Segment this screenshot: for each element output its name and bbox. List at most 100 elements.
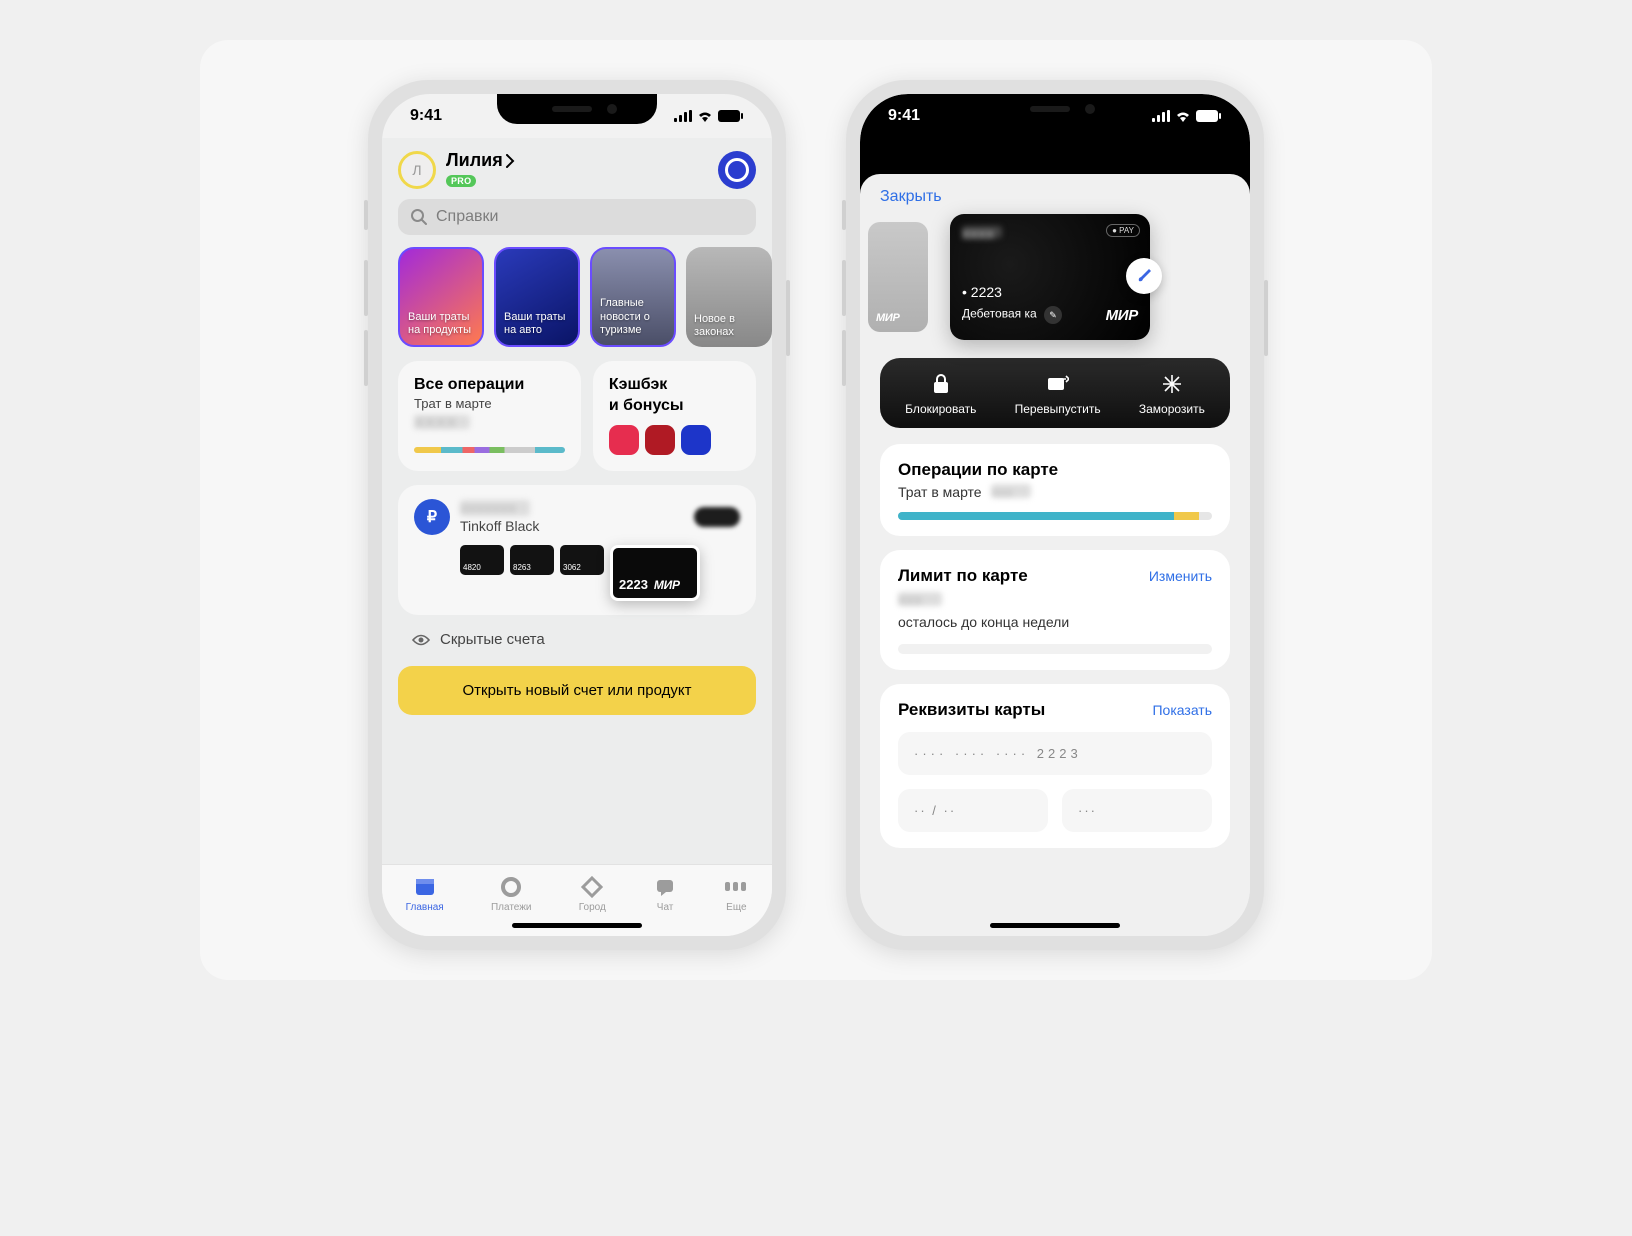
card-title: Все операции (414, 375, 565, 394)
spend-progress (898, 512, 1212, 520)
chat-icon (653, 875, 677, 899)
chevron-right-icon (505, 154, 515, 168)
notch (975, 94, 1135, 124)
partner-icon (645, 425, 675, 455)
home-indicator (990, 923, 1120, 928)
card-refresh-icon (1046, 372, 1070, 396)
side-button (1264, 280, 1268, 356)
cvc-field[interactable]: ··· (1062, 789, 1212, 832)
balance-hidden (694, 507, 740, 527)
panel-title: Лимит по карте (898, 566, 1028, 586)
card-mini-selected[interactable]: 2223 МИР (610, 545, 700, 601)
phone-home: 9:41 Л Лилия PRO (368, 80, 786, 950)
story-item[interactable]: Ваши траты на продукты (398, 247, 484, 347)
brush-icon (1136, 268, 1152, 284)
card-mini[interactable]: 3062 (560, 545, 604, 575)
card-mini[interactable]: 8263 (510, 545, 554, 575)
signal-icon (1152, 110, 1170, 122)
spend-strip (414, 447, 565, 453)
tab-chat[interactable]: Чат (653, 875, 677, 913)
limit-sub: осталось до конца недели (898, 614, 1212, 630)
lock-icon (929, 372, 953, 396)
operations-card[interactable]: Все операции Трат в марте XXXX (398, 361, 581, 471)
side-button (364, 330, 368, 386)
side-button (364, 260, 368, 316)
action-reissue[interactable]: Перевыпустить (1015, 372, 1101, 416)
card-operations-panel[interactable]: Операции по карте Трат в марте xxx (880, 444, 1230, 536)
account-card[interactable]: ₽ xxxxxxx Tinkoff Black 4820 8263 3062 2… (398, 485, 756, 615)
assistant-avatar[interactable] (718, 151, 756, 189)
card-title: Кэшбэк (609, 375, 740, 394)
home-icon (413, 875, 437, 899)
wifi-icon (1174, 110, 1192, 122)
card-image[interactable]: xxxx ● PAY • 2223 Дебетовая ка ✎ МИР (950, 214, 1150, 340)
card-sub: Трат в марте (414, 396, 565, 411)
tab-city[interactable]: Город (579, 875, 606, 913)
card-details-panel[interactable]: Реквизиты карты Показать ···· ···· ···· … (880, 684, 1230, 848)
search-input[interactable]: Справки (398, 199, 756, 235)
side-button (842, 260, 846, 316)
avatar[interactable]: Л (398, 151, 436, 189)
stories-row[interactable]: Ваши траты на продукты Ваши траты на авт… (398, 247, 756, 347)
wifi-icon (696, 110, 714, 122)
card-carousel[interactable]: МИР xxxx ● PAY • 2223 Дебетовая ка ✎ (880, 214, 1230, 340)
payments-icon (499, 875, 523, 899)
pan-field[interactable]: ···· ···· ···· 2223 (898, 732, 1212, 775)
status-time: 9:41 (410, 107, 442, 125)
side-button (842, 330, 846, 386)
city-icon (580, 875, 604, 899)
edit-card-fab[interactable] (1126, 258, 1162, 294)
partner-icon (609, 425, 639, 455)
hidden-accounts-link[interactable]: Скрытые счета (398, 631, 756, 648)
profile-name[interactable]: Лилия (446, 150, 708, 171)
card-mini[interactable]: 4820 (460, 545, 504, 575)
tab-more[interactable]: Еще (724, 875, 748, 913)
pencil-icon[interactable]: ✎ (1044, 306, 1062, 324)
details-show-link[interactable]: Показать (1152, 702, 1212, 718)
close-button[interactable]: Закрыть (860, 188, 962, 206)
open-product-button[interactable]: Открыть новый счет или продукт (398, 666, 756, 715)
side-button (842, 200, 846, 230)
notch (497, 94, 657, 124)
card-limit-panel[interactable]: Лимит по карте Изменить xxx осталось до … (880, 550, 1230, 670)
status-time: 9:41 (888, 107, 920, 125)
battery-icon (718, 110, 744, 122)
limit-change-link[interactable]: Изменить (1149, 568, 1212, 584)
expiry-field[interactable]: ·· / ·· (898, 789, 1048, 832)
action-block[interactable]: Блокировать (905, 372, 976, 416)
cashback-card[interactable]: Кэшбэк и бонусы (593, 361, 756, 471)
pro-badge: PRO (446, 175, 476, 187)
side-button (364, 200, 368, 230)
card-last4: • 2223 (962, 284, 1138, 300)
card-sheet: Закрыть МИР xxxx ● PAY • 2223 (860, 174, 1250, 936)
phone-card-detail: 9:41 Закрыть МИР xxxx ● PAY (846, 80, 1264, 950)
prev-card[interactable]: МИР (868, 222, 928, 332)
snowflake-icon (1160, 372, 1184, 396)
mir-logo: МИР (1106, 307, 1138, 324)
card-type-label: Дебетовая ка (962, 307, 1037, 321)
home-content: Л Лилия PRO Справки Ваши траты (382, 138, 772, 936)
limit-progress (898, 644, 1212, 654)
story-item[interactable]: Главные новости о туризме (590, 247, 676, 347)
card-list: 4820 8263 3062 2223 МИР (414, 545, 740, 601)
battery-icon (1196, 110, 1222, 122)
bonus-chips (609, 425, 740, 455)
story-item[interactable]: Новое в законах (686, 247, 772, 347)
profile-row[interactable]: Л Лилия PRO (398, 150, 756, 189)
partner-icon (681, 425, 711, 455)
tab-payments[interactable]: Платежи (491, 875, 532, 913)
account-name: Tinkoff Black (460, 518, 684, 534)
card-title: и бонусы (609, 396, 740, 415)
search-placeholder: Справки (436, 208, 498, 226)
panel-title: Операции по карте (898, 460, 1212, 480)
story-item[interactable]: Ваши траты на авто (494, 247, 580, 347)
ruble-icon: ₽ (414, 499, 450, 535)
side-button (786, 280, 790, 356)
search-icon (410, 208, 428, 226)
signal-icon (674, 110, 692, 122)
action-freeze[interactable]: Заморозить (1139, 372, 1205, 416)
panel-title: Реквизиты карты (898, 700, 1045, 720)
eye-icon (412, 633, 430, 647)
card-action-bar: Блокировать Перевыпустить Заморозить (880, 358, 1230, 428)
tab-home[interactable]: Главная (406, 875, 444, 913)
